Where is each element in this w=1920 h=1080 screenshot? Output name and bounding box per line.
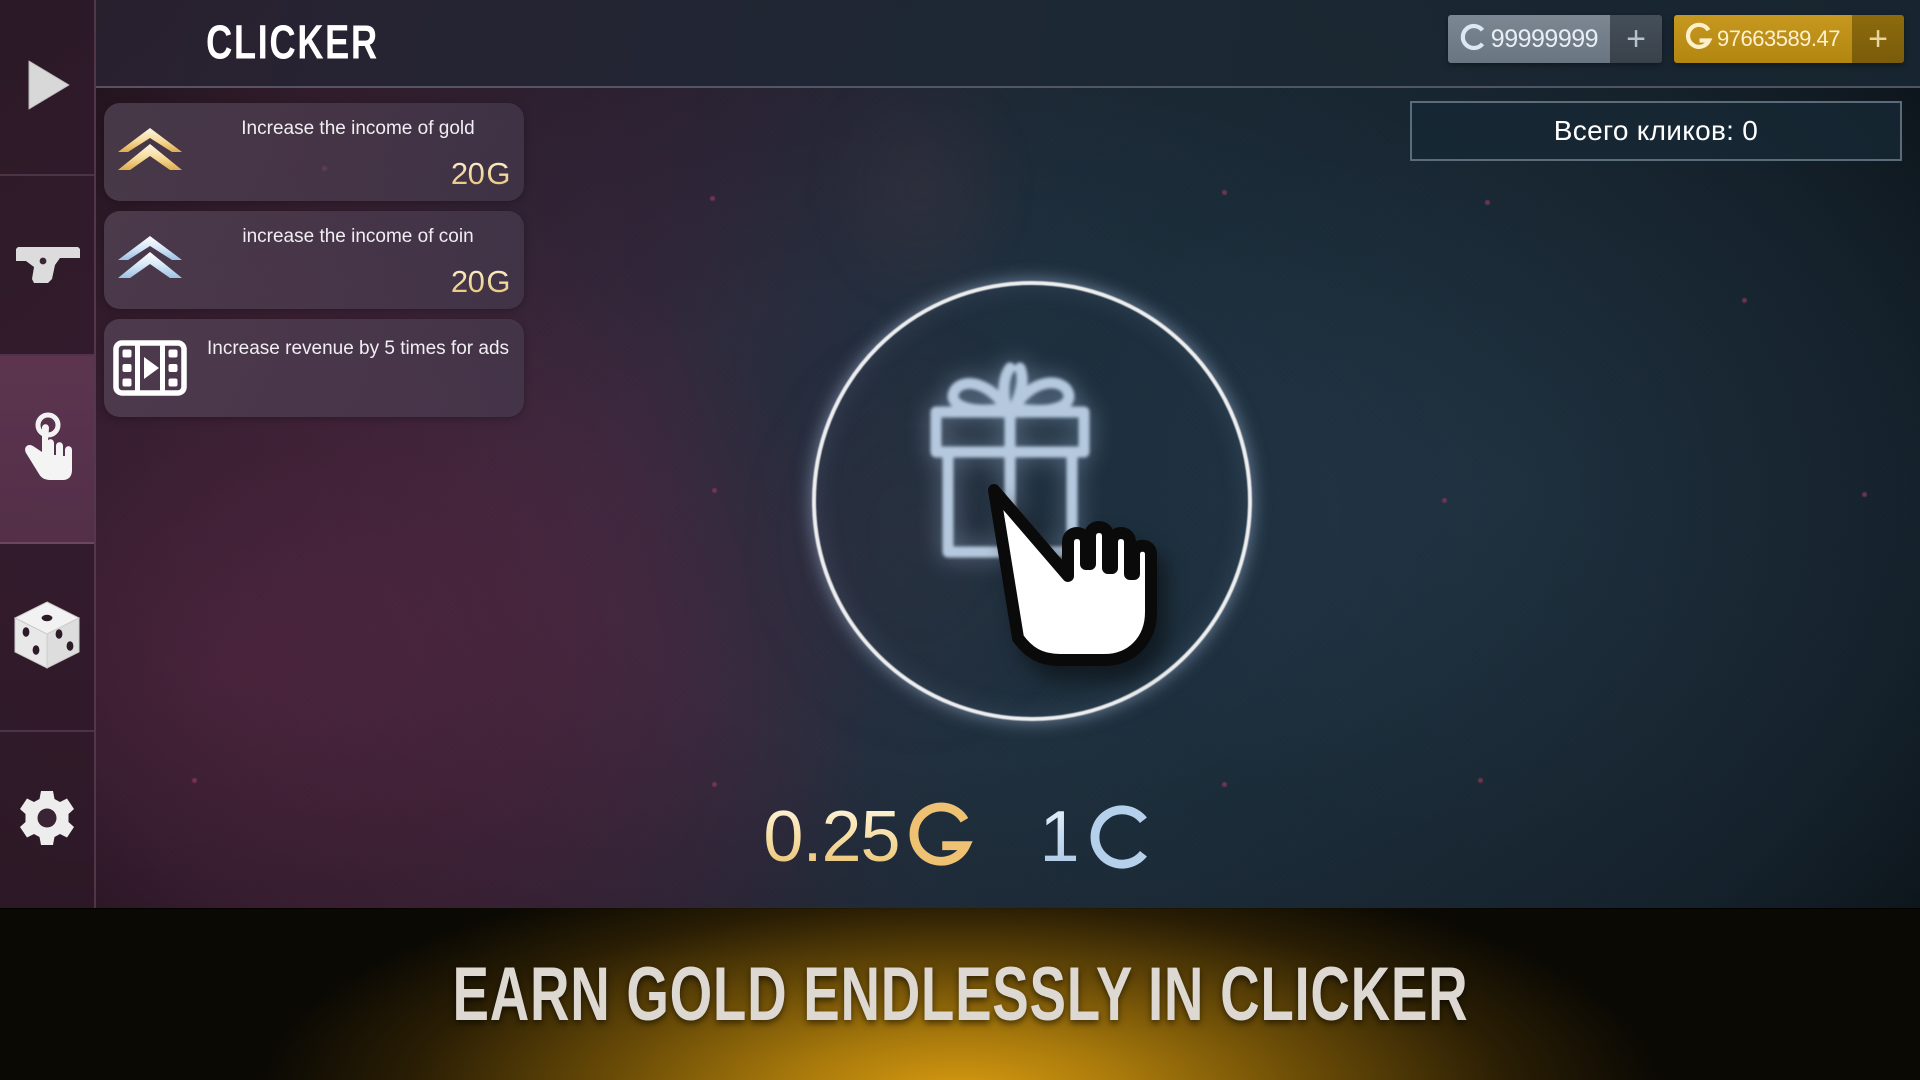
particle-dot <box>710 196 715 201</box>
page-title: CLICKER <box>206 16 379 70</box>
upgrade-label: Increase the income of gold <box>241 118 475 139</box>
game-screen: CLICKER 99999999 + 97663589.47 + Всего к… <box>0 0 1920 1080</box>
gear-icon <box>17 788 77 853</box>
tap-hand-icon <box>15 412 79 487</box>
video-ad-icon <box>104 340 196 396</box>
coin-symbol-icon <box>1458 22 1488 57</box>
particle-dot <box>1742 298 1747 303</box>
upgrade-gold-income-button[interactable]: Increase the income of gold 20 G <box>104 103 524 201</box>
upgrade-cost-amount: 20 <box>450 156 485 191</box>
gold-currency-pill: 97663589.47 + <box>1674 15 1904 63</box>
particle-dot <box>1442 498 1447 503</box>
upgrade-label: increase the income of coin <box>242 226 474 247</box>
dice-icon <box>11 598 83 677</box>
currency-bar: 99999999 + 97663589.47 + <box>1447 15 1904 63</box>
gold-value: 97663589.47 <box>1717 26 1840 51</box>
coin-reward-amount: 1 <box>1039 797 1079 877</box>
bottom-promo-banner: EARN GOLD ENDLESSLY IN CLICKER <box>0 908 1920 1080</box>
coin-currency-pill: 99999999 + <box>1447 15 1663 63</box>
upgrade-ads-boost-button[interactable]: Increase revenue by 5 times for ads <box>104 319 524 417</box>
chevron-up-blue-icon <box>104 232 196 288</box>
coin-add-button[interactable]: + <box>1610 15 1663 63</box>
sidebar-item-clicker[interactable] <box>0 356 94 544</box>
particle-dot <box>1222 782 1227 787</box>
gold-reward-symbol-icon <box>904 800 978 874</box>
upgrade-cost-currency: G <box>486 264 510 299</box>
upgrade-gold-income-body: Increase the income of gold 20 G <box>196 103 524 201</box>
coin-value: 99999999 <box>1490 24 1599 53</box>
total-clicks-panel: Всего кликов: 0 <box>1410 101 1902 161</box>
particle-dot <box>1862 492 1867 497</box>
gold-reward: 0.25 <box>763 800 977 874</box>
sidebar-item-weapons[interactable] <box>0 176 94 356</box>
pistol-icon <box>12 239 82 292</box>
upgrade-ads-boost-body: Increase revenue by 5 times for ads <box>196 319 524 417</box>
sidebar-item-settings[interactable] <box>0 732 94 908</box>
gold-add-button[interactable]: + <box>1852 15 1904 63</box>
particle-dot <box>712 782 717 787</box>
left-sidebar <box>0 0 96 908</box>
particle-dot <box>1478 778 1483 783</box>
coin-reward: 1 <box>1040 800 1157 874</box>
gold-reward-amount: 0.25 <box>763 797 900 877</box>
upgrade-label: Increase revenue by 5 times for ads <box>206 338 510 359</box>
coin-balance: 99999999 <box>1447 15 1611 63</box>
upgrade-coin-income-body: increase the income of coin 20 G <box>196 211 524 309</box>
particle-dot <box>192 778 197 783</box>
sidebar-item-play[interactable] <box>0 0 94 176</box>
reward-values: 0.25 1 <box>0 800 1920 874</box>
particle-dot <box>1222 190 1227 195</box>
sidebar-item-dice[interactable] <box>0 544 94 732</box>
particle-dot <box>1485 200 1490 205</box>
play-icon <box>21 57 73 118</box>
upgrade-cost: 20 G <box>451 264 510 300</box>
click-target-area[interactable] <box>760 255 1252 755</box>
upgrade-cost-currency: G <box>486 156 510 191</box>
total-clicks-label: Всего кликов: 0 <box>1553 115 1759 146</box>
upgrade-list: Increase the income of gold 20 G increas… <box>104 103 524 417</box>
gold-balance: 97663589.47 <box>1674 15 1852 63</box>
upgrade-cost: 20 G <box>451 156 510 192</box>
promo-banner-text: EARN GOLD ENDLESSLY IN CLICKER <box>452 952 1468 1037</box>
upgrade-coin-income-button[interactable]: increase the income of coin 20 G <box>104 211 524 309</box>
particle-dot <box>712 488 717 493</box>
pointing-hand-cursor-icon <box>982 480 1182 685</box>
gold-symbol-icon <box>1684 22 1714 57</box>
upgrade-cost-amount: 20 <box>450 264 485 299</box>
coin-reward-symbol-icon <box>1083 800 1157 874</box>
chevron-up-gold-icon <box>104 124 196 180</box>
